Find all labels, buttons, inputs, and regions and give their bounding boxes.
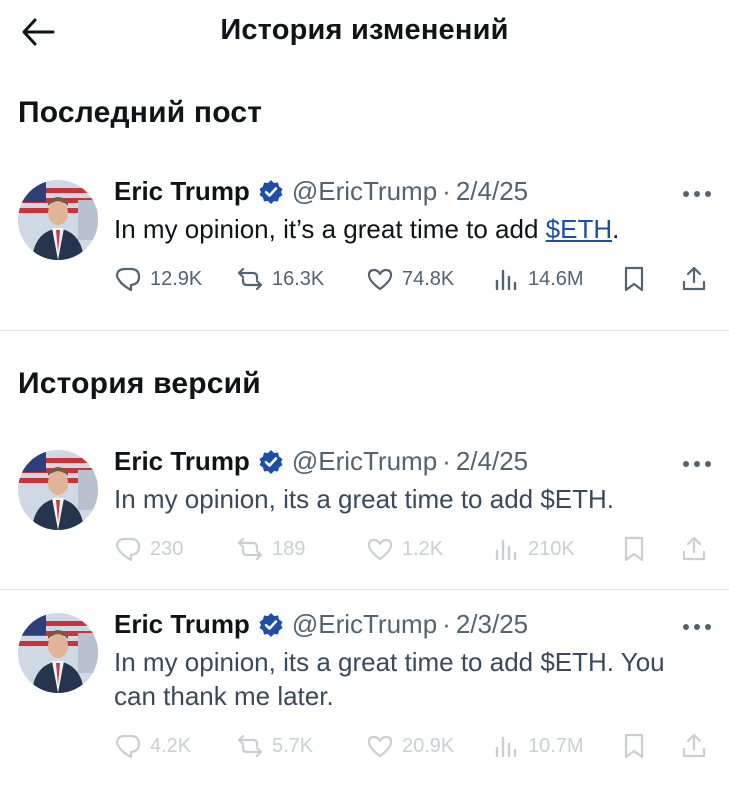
author-handle[interactable]: @EricTrump bbox=[292, 176, 437, 207]
tweet-text: In my opinion, its a great time to add $… bbox=[114, 647, 665, 711]
tweet-date[interactable]: 2/4/25 bbox=[456, 176, 528, 207]
like-button[interactable]: 20.9K bbox=[366, 732, 454, 760]
divider bbox=[0, 589, 729, 590]
repost-button[interactable]: 189 bbox=[236, 535, 305, 563]
page-title: История изменений bbox=[220, 14, 509, 46]
separator-dot: · bbox=[442, 446, 451, 476]
like-button[interactable]: 74.8K bbox=[366, 265, 454, 293]
avatar-photo-icon bbox=[18, 180, 98, 260]
separator-dot: · bbox=[442, 176, 451, 206]
repost-count: 189 bbox=[272, 537, 306, 560]
share-button[interactable] bbox=[680, 535, 708, 563]
like-count: 74.8K bbox=[402, 267, 455, 290]
avatar[interactable] bbox=[18, 450, 98, 530]
avatar-photo-icon bbox=[18, 613, 98, 693]
repost-button[interactable]: 5.7K bbox=[236, 732, 313, 760]
bookmark-button[interactable] bbox=[620, 732, 648, 760]
share-icon bbox=[682, 536, 706, 561]
divider bbox=[0, 330, 729, 331]
action-bar: 12.9K 16.3K 74.8K 14.6M bbox=[114, 262, 714, 296]
author-handle[interactable]: @EricTrump bbox=[292, 609, 437, 640]
share-button[interactable] bbox=[680, 265, 708, 293]
like-icon bbox=[367, 538, 393, 561]
tweet-text-suffix: . bbox=[612, 214, 620, 244]
more-icon bbox=[683, 191, 689, 197]
views-count: 210K bbox=[528, 537, 575, 560]
tweet-text-prefix: In my opinion, it’s a great time to add bbox=[114, 214, 546, 244]
views-icon bbox=[495, 539, 517, 561]
like-icon bbox=[367, 735, 393, 758]
author-name[interactable]: Eric Trump bbox=[114, 446, 250, 477]
avatar-photo-icon bbox=[18, 450, 98, 530]
repost-count: 16.3K bbox=[272, 267, 325, 290]
reply-count: 230 bbox=[150, 537, 184, 560]
reply-count: 4.2K bbox=[150, 734, 192, 757]
reply-icon bbox=[115, 537, 141, 562]
avatar[interactable] bbox=[18, 180, 98, 260]
repost-icon bbox=[237, 267, 263, 291]
tweet-date[interactable]: 2/3/25 bbox=[456, 609, 528, 640]
section-title-latest: Последний пост bbox=[18, 96, 263, 129]
reply-button[interactable]: 230 bbox=[114, 535, 183, 563]
bookmark-icon bbox=[624, 733, 644, 759]
author-name[interactable]: Eric Trump bbox=[114, 609, 250, 640]
like-icon bbox=[367, 268, 393, 291]
more-icon bbox=[683, 461, 689, 467]
tweet-text: In my opinion, it’s a great time to add … bbox=[114, 212, 710, 246]
verified-badge-icon bbox=[258, 449, 284, 475]
repost-icon bbox=[237, 734, 263, 758]
more-button[interactable] bbox=[671, 184, 711, 204]
tweet-date[interactable]: 2/4/25 bbox=[456, 446, 528, 477]
views-count: 10.7M bbox=[528, 734, 584, 757]
action-bar: 4.2K 5.7K 20.9K 10.7M bbox=[114, 729, 714, 763]
repost-button[interactable]: 16.3K bbox=[236, 265, 324, 293]
repost-icon bbox=[237, 537, 263, 561]
bookmark-button[interactable] bbox=[620, 535, 648, 563]
more-button[interactable] bbox=[671, 617, 711, 637]
share-icon bbox=[682, 733, 706, 758]
views-button[interactable]: 14.6M bbox=[492, 265, 584, 293]
tweet-version[interactable]: Eric Trump @EricTrump · 2/4/25 In my opi… bbox=[0, 440, 729, 580]
share-icon bbox=[682, 266, 706, 291]
reply-button[interactable]: 4.2K bbox=[114, 732, 191, 760]
tweet-version[interactable]: Eric Trump @EricTrump · 2/3/25 In my opi… bbox=[0, 603, 729, 783]
tweet-header: Eric Trump @EricTrump · 2/4/25 bbox=[114, 446, 528, 477]
repost-count: 5.7K bbox=[272, 734, 314, 757]
views-button[interactable]: 10.7M bbox=[492, 732, 584, 760]
cashtag-link[interactable]: $ETH bbox=[546, 214, 612, 244]
author-handle[interactable]: @EricTrump bbox=[292, 446, 437, 477]
views-button[interactable]: 210K bbox=[492, 535, 575, 563]
bookmark-icon bbox=[624, 266, 644, 292]
bookmark-button[interactable] bbox=[620, 265, 648, 293]
views-icon bbox=[495, 736, 517, 758]
author-name[interactable]: Eric Trump bbox=[114, 176, 250, 207]
like-button[interactable]: 1.2K bbox=[366, 535, 443, 563]
tweet-text: In my opinion, its a great time to add $… bbox=[114, 484, 615, 514]
share-button[interactable] bbox=[680, 732, 708, 760]
views-icon bbox=[495, 269, 517, 291]
separator-dot: · bbox=[442, 609, 451, 639]
bookmark-icon bbox=[624, 536, 644, 562]
reply-icon bbox=[115, 734, 141, 759]
section-title-history: История версий bbox=[18, 367, 261, 400]
top-bar: История изменений bbox=[0, 0, 729, 66]
avatar[interactable] bbox=[18, 613, 98, 693]
more-button[interactable] bbox=[671, 454, 711, 474]
tweet-latest[interactable]: Eric Trump @EricTrump · 2/4/25 In my opi… bbox=[0, 170, 729, 310]
verified-badge-icon bbox=[258, 179, 284, 205]
action-bar: 230 189 1.2K 210K bbox=[114, 532, 714, 566]
like-count: 1.2K bbox=[402, 537, 444, 560]
tweet-header: Eric Trump @EricTrump · 2/4/25 bbox=[114, 176, 528, 207]
views-count: 14.6M bbox=[528, 267, 584, 290]
reply-button[interactable]: 12.9K bbox=[114, 265, 202, 293]
reply-count: 12.9K bbox=[150, 267, 203, 290]
more-icon bbox=[683, 624, 689, 630]
reply-icon bbox=[115, 267, 141, 292]
verified-badge-icon bbox=[258, 612, 284, 638]
tweet-header: Eric Trump @EricTrump · 2/3/25 bbox=[114, 609, 528, 640]
like-count: 20.9K bbox=[402, 734, 455, 757]
